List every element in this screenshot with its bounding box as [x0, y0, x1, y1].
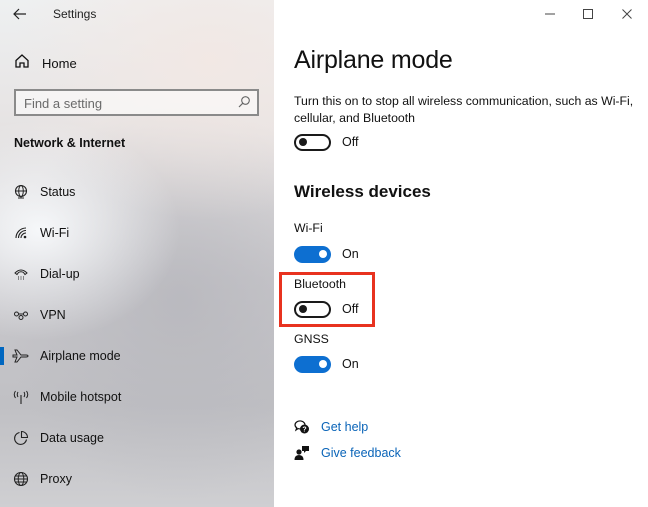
- sidebar-item-label: Airplane mode: [40, 349, 121, 363]
- page-title: Airplane mode: [294, 46, 453, 74]
- give-feedback-link[interactable]: Give feedback: [321, 446, 401, 460]
- get-help-link[interactable]: Get help: [321, 420, 368, 434]
- search-icon[interactable]: [237, 95, 251, 109]
- selection-indicator: [0, 347, 4, 365]
- wifi-toggle[interactable]: [294, 245, 331, 263]
- sidebar-item-status[interactable]: Status: [0, 174, 274, 210]
- wifi-toggle-row: On: [294, 245, 359, 263]
- sidebar-item-label: Mobile hotspot: [40, 390, 122, 404]
- sidebar-item-label: Proxy: [40, 472, 72, 486]
- search-box[interactable]: [14, 89, 259, 116]
- svg-text:?: ?: [302, 427, 306, 434]
- search-input[interactable]: [24, 94, 224, 112]
- give-feedback-icon: [294, 445, 310, 461]
- sidebar-item-label: VPN: [40, 308, 66, 322]
- sidebar-item-label: Dial-up: [40, 267, 80, 281]
- gnss-toggle-row: On: [294, 355, 359, 373]
- bluetooth-highlight-box: [279, 272, 375, 327]
- main-content: Airplane mode Turn this on to stop all w…: [274, 0, 648, 507]
- minimize-icon[interactable]: [540, 4, 560, 24]
- section-header: Network & Internet: [14, 136, 126, 150]
- airplane-mode-toggle-row: Off: [294, 133, 358, 151]
- back-arrow-icon[interactable]: [12, 6, 30, 24]
- sidebar-item-wifi[interactable]: Wi-Fi: [0, 215, 274, 251]
- sidebar-item-label: Home: [42, 55, 77, 71]
- toggle-knob: [299, 138, 307, 146]
- home-icon: [14, 53, 30, 74]
- hotspot-icon: [12, 388, 30, 406]
- close-icon[interactable]: [617, 4, 637, 24]
- data-usage-icon: [12, 429, 30, 447]
- toggle-knob: [319, 360, 327, 368]
- wifi-device-label: Wi-Fi: [294, 221, 323, 235]
- status-globe-icon: [12, 183, 30, 201]
- maximize-icon[interactable]: [578, 4, 598, 24]
- dial-up-phone-icon: [12, 265, 30, 283]
- sidebar-item-label: Data usage: [40, 431, 104, 445]
- sidebar-item-airplane-mode[interactable]: Airplane mode: [0, 338, 274, 374]
- sidebar-item-mobile-hotspot[interactable]: Mobile hotspot: [0, 379, 274, 415]
- get-help-icon: ?: [294, 419, 310, 435]
- sidebar-item-label: Status: [40, 185, 76, 199]
- wireless-devices-heading: Wireless devices: [294, 182, 431, 201]
- wifi-icon: [12, 224, 30, 242]
- toggle-state-label: On: [342, 247, 359, 261]
- window-title: Settings: [53, 7, 97, 21]
- proxy-globe-icon: [12, 470, 30, 488]
- sidebar-item-label: Wi-Fi: [40, 226, 70, 240]
- toggle-state-label: On: [342, 357, 359, 371]
- give-feedback-link-row: Give feedback: [294, 444, 401, 462]
- vpn-icon: [12, 306, 30, 324]
- sidebar-item-data-usage[interactable]: Data usage: [0, 420, 274, 456]
- sidebar-item-dial-up[interactable]: Dial-up: [0, 256, 274, 292]
- toggle-knob: [319, 250, 327, 258]
- gnss-toggle[interactable]: [294, 355, 331, 373]
- sidebar-item-home[interactable]: Home: [14, 53, 77, 73]
- sidebar-item-proxy[interactable]: Proxy: [0, 461, 274, 497]
- toggle-state-label: Off: [342, 135, 359, 149]
- airplane-icon: [12, 347, 30, 365]
- gnss-device-label: GNSS: [294, 332, 329, 346]
- sidebar: Settings Home Network & Internet Status …: [0, 0, 274, 507]
- get-help-link-row: ? Get help: [294, 418, 368, 436]
- sidebar-item-vpn[interactable]: VPN: [0, 297, 274, 333]
- airplane-description: Turn this on to stop all wireless commun…: [294, 94, 634, 125]
- airplane-mode-toggle[interactable]: [294, 133, 331, 151]
